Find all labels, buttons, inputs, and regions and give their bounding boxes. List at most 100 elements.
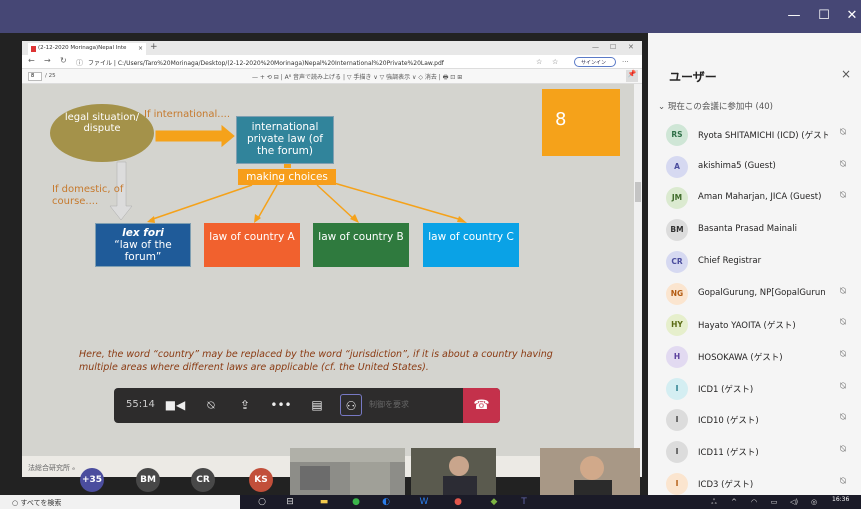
url-field[interactable]: ファイル | C:/Users/Taro%20Morinaga/Desktop/… [88,58,444,67]
slide-note: Here, the word “country” may be replaced… [79,349,553,373]
page-number-input[interactable]: 8 [28,72,42,81]
participant-row[interactable]: Aakishima5 (Guest) ⍉ [666,154,856,182]
room-camera-image [290,448,405,496]
refresh-icon[interactable]: ↻ [60,56,67,65]
powerpoint-icon[interactable]: ● [452,496,464,508]
browser-tab[interactable]: (2-12-2020 Morinaga)Nepal Inte × [28,43,146,55]
app-icon[interactable]: ◆ [488,496,500,508]
participants-icon[interactable]: ⚇ [340,394,362,416]
chrome-icon[interactable]: ◐ [380,496,392,508]
browser-maximize-icon[interactable]: ☐ [610,43,616,51]
edge-icon[interactable]: ● [350,496,362,508]
mic-muted-icon: ⍉ [840,285,846,297]
participant-row[interactable]: HY Hayato YAOITA (ゲスト) ⍉ [666,312,856,340]
signin-button[interactable]: サインイン [574,57,616,67]
participant-row[interactable]: I ICD11 (ゲスト) ⍉ [666,439,856,467]
video-tile-speaker[interactable] [411,448,496,496]
pdf-scrollbar[interactable] [634,84,642,477]
teams-window: — ☐ ✕ (2-12-2020 Morinaga)Nepal Inte × +… [0,0,861,509]
lex-fori-title: lex fori [122,227,164,239]
tab-title: (2-12-2020 Morinaga)Nepal Inte [38,45,127,51]
battery-icon[interactable]: ▭ [768,496,780,508]
maximize-button[interactable]: ☐ [814,8,834,24]
pdf-tools[interactable]: — + ⟲ ⊟ | A⁸ 音声で読み上げる | ▽ 手描き ∨ ▽ 強調表示 ∨… [252,72,462,83]
pdf-icon [31,46,36,52]
windows-taskbar: ○ すべてを検索 ○ ⊟ ▬ ● ◐ W ● ◆ T ஃ ^ ◠ ▭ ◁) ◎ … [0,495,861,509]
panel-title: ユーザー [669,70,717,84]
wifi-icon[interactable]: ◠ [748,496,760,508]
participant-name: akishima5 (Guest) [698,160,776,171]
video-tile-room[interactable] [290,448,405,496]
if-international-label: If international.... [144,109,231,120]
forward-icon[interactable]: → [44,56,51,65]
close-button[interactable]: ✕ [842,8,861,24]
favorite-icon[interactable]: ☆ [536,58,542,66]
participant-name: ICD3 (ゲスト) [698,479,754,490]
network-icon[interactable]: ஃ [708,496,720,508]
page-total: / 25 [45,73,56,79]
strip-avatar[interactable]: BM [136,468,160,492]
participant-row[interactable]: I ICD10 (ゲスト) ⍉ [666,407,856,435]
notification-icon[interactable]: ◎ [808,496,820,508]
back-icon[interactable]: ← [28,56,35,65]
participant-row[interactable]: RS Ryota SHITAMICHI (ICD) (ゲスト ⍉ [666,122,856,150]
mic-muted-icon: ⍉ [840,380,846,392]
address-bar: ← → ↻ ⓘ ファイル | C:/Users/Taro%20Morinaga/… [22,55,642,69]
if-domestic-label: If domestic, of course.... [52,184,124,207]
current-participants-section[interactable]: ⌄ 現在この会議に参加中 (40) [658,100,773,112]
clock: 16:36 [832,496,850,503]
info-icon: ⓘ [76,59,83,67]
participant-row[interactable]: CR Chief Registrar [666,249,856,277]
mic-muted-icon: ⍉ [840,444,846,455]
taskview-icon[interactable]: ○ [256,496,268,508]
strip-avatar[interactable]: CR [191,468,215,492]
collections-icon[interactable]: ☆ [552,58,558,66]
mic-muted-icon: ⍉ [840,348,846,360]
browser-tab-row: (2-12-2020 Morinaga)Nepal Inte × + — ☐ ✕ [22,41,642,55]
mic-muted-icon: ⍉ [840,317,846,329]
mic-muted-icon[interactable]: ⍉ [200,394,222,416]
strip-avatar[interactable]: +35 [80,468,104,492]
taskbar-search[interactable]: ○ すべてを検索 [0,495,240,509]
chat-icon[interactable]: ▤ [306,394,328,416]
meeting-timer: 55:14 [126,399,155,410]
word-icon[interactable]: W [418,496,430,508]
lex-fori-subtitle: “law of the forum” [114,239,172,263]
participant-row[interactable]: H HOSOKAWA (ゲスト) ⍉ [666,344,856,372]
widgets-icon[interactable]: ⊟ [284,496,296,508]
hang-up-icon[interactable]: ☎ [463,388,500,423]
panel-close-icon[interactable]: × [841,67,851,81]
participant-row[interactable]: I ICD1 (ゲスト) ⍉ [666,376,856,404]
video-tile-self[interactable] [540,448,640,496]
strip-avatar[interactable]: KS [249,468,273,492]
browser-minimize-icon[interactable]: — [592,43,599,51]
explorer-icon[interactable]: ▬ [318,496,330,508]
lex-fori-box: lex fori “law of the forum” [95,223,191,267]
participant-name: Hayato YAOITA (ゲスト) [698,321,796,332]
more-actions-icon[interactable]: ••• [270,394,292,416]
participant-avatar: I [666,377,688,400]
volume-icon[interactable]: ◁) [788,496,800,508]
camera-icon[interactable]: ■◀ [164,394,186,416]
pdf-toolbar: 8 / 25 — + ⟲ ⊟ | A⁸ 音声で読み上げる | ▽ 手描き ∨ ▽… [22,69,642,84]
tray-chevron-icon[interactable]: ^ [728,496,740,508]
new-tab-button[interactable]: + [150,42,158,52]
participant-avatar: I [666,409,688,432]
tab-close-icon[interactable]: × [138,45,143,52]
scroll-thumb[interactable] [635,182,641,202]
international-private-law-box: international private law (of the forum) [236,116,334,164]
minimize-button[interactable]: — [784,8,804,24]
participant-row[interactable]: JM Aman Maharjan, JICA (Guest) ⍉ [666,185,856,213]
participant-avatar: HY [666,314,688,337]
more-icon[interactable]: ··· [622,58,629,66]
request-control-button[interactable]: 制御を要求 [369,399,409,410]
participant-avatar: RS [666,124,688,146]
teams-icon[interactable]: T [518,496,530,508]
participant-row[interactable]: NG GopalGurung, NP[GopalGurun ⍉ [666,281,856,309]
share-screen-icon[interactable]: ⇪ [234,394,256,416]
browser-close-icon[interactable]: ✕ [628,43,634,51]
participant-row[interactable]: BM Basanta Prasad Mainali [666,217,856,245]
participant-name: ICD10 (ゲスト) [698,416,759,427]
pin-icon[interactable]: 📌 [626,70,638,82]
legal-situation-oval: legal situation/ dispute [50,104,154,162]
